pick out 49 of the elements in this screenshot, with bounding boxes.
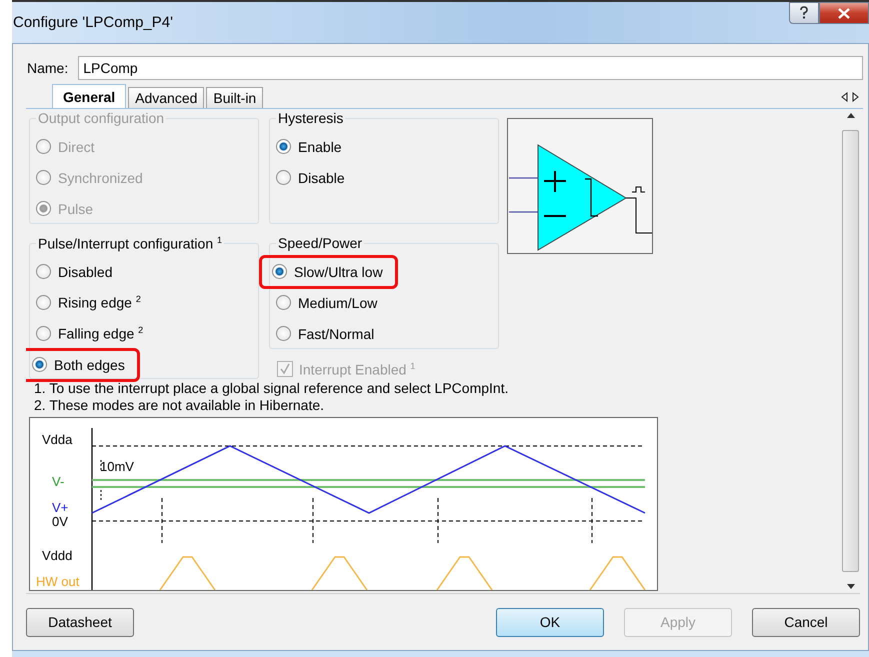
hysteresis-marker [100, 460, 102, 500]
axis-label: 0V [52, 514, 68, 529]
radio-circle[interactable] [32, 357, 47, 372]
axis-label: Vdda [42, 432, 72, 447]
close-icon [838, 8, 850, 18]
footnote-text: 1. To use the interrupt place a global signal reference and select LPCompInt. [33, 380, 510, 397]
radio-circle[interactable] [276, 295, 291, 310]
axis-label: 10mV [100, 459, 134, 474]
radio-circle[interactable] [276, 326, 291, 341]
scroll-up-icon[interactable] [846, 113, 854, 118]
radio-option[interactable]: Disable [273, 164, 354, 192]
check-icon [279, 363, 291, 375]
footnote-text: 2. These modes are not available in Hibernate. [33, 397, 326, 414]
axis-label: Vddd [42, 548, 72, 563]
close-button[interactable] [819, 2, 869, 24]
tab-scroll-arrows-icon[interactable] [841, 92, 859, 102]
axis-label: V- [52, 474, 64, 489]
radio-circle[interactable] [36, 264, 51, 279]
group-title: Hysteresis [276, 110, 346, 126]
name-label: Name: [27, 60, 68, 76]
help-icon [798, 6, 810, 20]
axis-label: HW out [36, 574, 80, 589]
dialog-button[interactable]: Datasheet [26, 608, 134, 636]
radio-circle[interactable] [36, 295, 51, 310]
radio-option[interactable]: Disabled [33, 258, 122, 286]
radio-option[interactable]: Both edges [26, 348, 140, 382]
radio-option[interactable]: Slow/Ultra low [259, 254, 398, 288]
group-title: Pulse/Interrupt configuration $^{1}$ [36, 235, 224, 252]
tab[interactable]: Built-in [206, 87, 264, 108]
radio-option[interactable]: Falling edge $^{2}$ [33, 319, 152, 348]
radio-option[interactable]: Enable [273, 132, 351, 160]
help-button[interactable] [789, 2, 819, 24]
radio-option[interactable]: Rising edge $^{2}$ [33, 288, 150, 317]
radio-option[interactable]: Fast/Normal [273, 320, 384, 348]
dialog-button[interactable]: OK [496, 608, 604, 636]
tab[interactable]: Advanced [128, 87, 204, 108]
dialog-button[interactable]: Cancel [752, 608, 860, 636]
radio-circle[interactable] [276, 170, 291, 185]
radio-circle[interactable] [36, 326, 51, 341]
name-field[interactable]: LPComp [78, 56, 863, 80]
axis-label: V+ [52, 500, 68, 515]
radio-circle[interactable] [272, 264, 287, 279]
radio-option[interactable]: Medium/Low [273, 288, 386, 316]
tab[interactable]: General [52, 84, 126, 108]
group-title: Output configuration [36, 110, 166, 126]
radio-circle[interactable] [276, 139, 291, 154]
window-title: Configure 'LPComp_P4' [12, 14, 173, 31]
scroll-down-icon[interactable] [846, 584, 854, 589]
group-title: Speed/Power [276, 235, 364, 251]
